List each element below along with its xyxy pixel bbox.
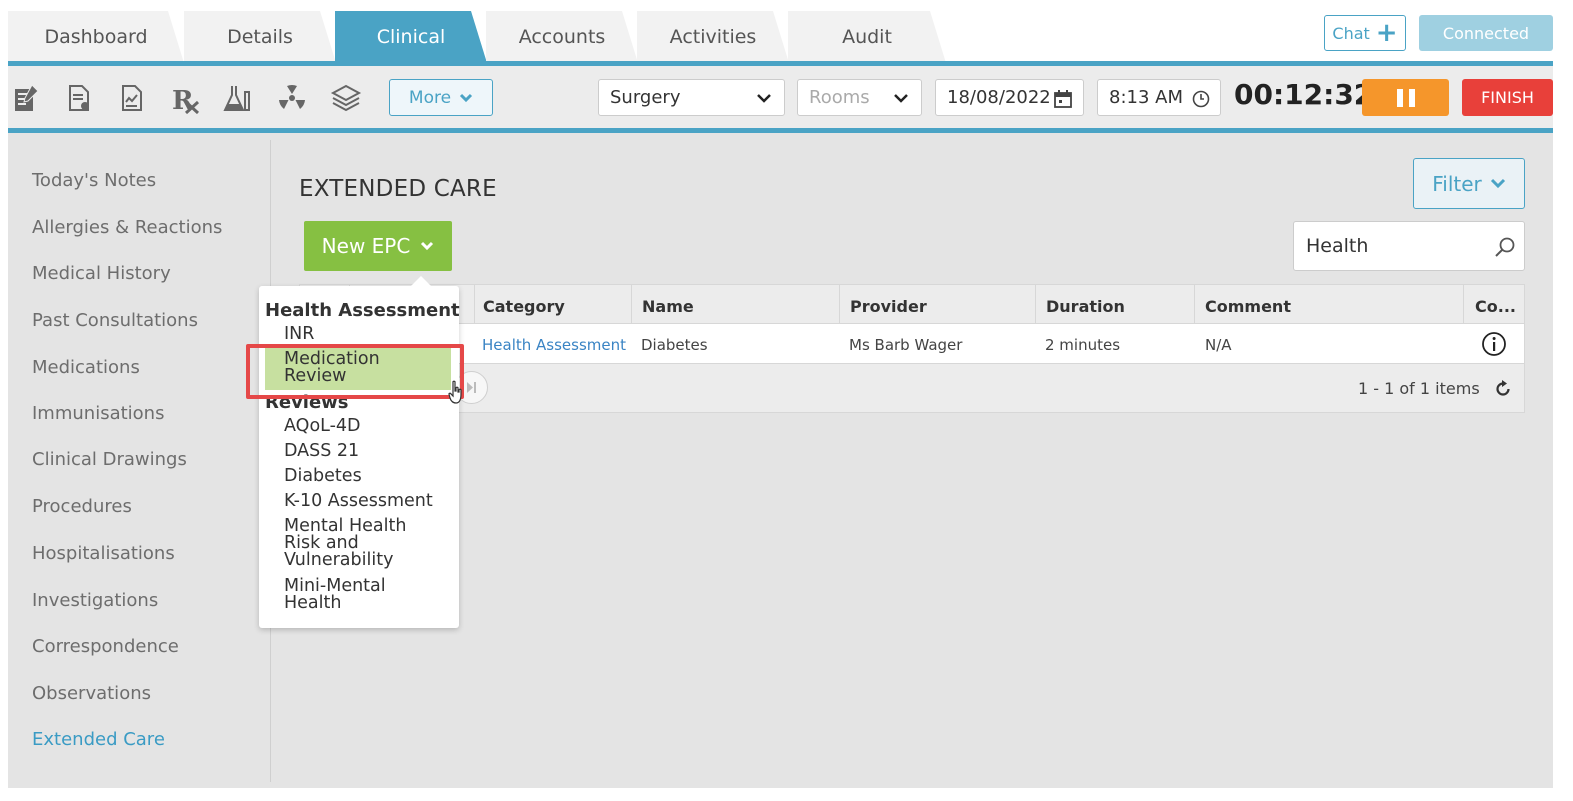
location-value: Surgery: [610, 87, 681, 108]
dropdown-group-health-assessment: Health Assessment: [265, 300, 460, 321]
connected-button[interactable]: Connected: [1419, 15, 1553, 51]
column-separator: [1194, 285, 1195, 324]
dropdown-item-k10[interactable]: K-10 Assessment: [284, 492, 449, 510]
chevron-down-icon: [894, 94, 908, 103]
sidebar-item-clinical-drawings[interactable]: Clinical Drawings: [32, 449, 187, 470]
dropdown-item-aqol-4d[interactable]: AQoL-4D: [284, 417, 449, 435]
column-header-name[interactable]: Name: [642, 297, 694, 316]
search-value: Health: [1306, 235, 1369, 257]
top-navigation: Dashboard Details Clinical Accounts Acti…: [0, 0, 1573, 62]
cell-duration: 2 minutes: [1045, 336, 1121, 354]
sidebar-item-hospitalisations[interactable]: Hospitalisations: [32, 543, 175, 564]
dropdown-item-inr[interactable]: INR: [284, 325, 449, 343]
sidebar-item-medical-history[interactable]: Medical History: [32, 263, 171, 284]
pause-icon-bar: [1408, 88, 1415, 107]
chevron-down-icon: [1490, 178, 1505, 189]
sidebar-item-correspondence[interactable]: Correspondence: [32, 636, 179, 657]
tab-activities[interactable]: Activities: [637, 11, 789, 63]
pager-info: 1 - 1 of 1 items: [1358, 379, 1480, 398]
tab-accounts[interactable]: Accounts: [486, 11, 638, 63]
filter-button[interactable]: Filter: [1413, 158, 1525, 209]
lab-flask-icon[interactable]: [222, 82, 254, 114]
radiation-icon[interactable]: [276, 82, 308, 114]
info-icon[interactable]: [1481, 331, 1507, 357]
sidebar-item-investigations[interactable]: Investigations: [32, 590, 158, 611]
dropdown-caret: [411, 276, 431, 286]
sidebar-item-todays-notes[interactable]: Today's Notes: [32, 170, 156, 191]
column-separator: [1463, 285, 1464, 324]
column-separator: [839, 285, 840, 324]
highlight-annotation-box: [246, 344, 464, 399]
consult-timer: 00:12:32: [1234, 78, 1374, 111]
sidebar-item-allergies[interactable]: Allergies & Reactions: [32, 217, 222, 238]
sidebar-item-observations[interactable]: Observations: [32, 683, 151, 704]
dropdown-item-mini-mental-health[interactable]: Mini-Mental Health: [284, 577, 404, 612]
tab-audit[interactable]: Audit: [788, 11, 946, 63]
tab-dashboard[interactable]: Dashboard: [8, 11, 184, 63]
cell-name: Diabetes: [641, 336, 708, 354]
column-separator: [631, 285, 632, 324]
tab-clinical[interactable]: Clinical: [335, 11, 487, 63]
chat-label: Chat: [1332, 23, 1370, 43]
location-select[interactable]: Surgery: [598, 79, 785, 116]
report-icon[interactable]: [116, 82, 148, 114]
sidebar-item-extended-care[interactable]: Extended Care: [32, 729, 165, 750]
sidebar-item-medications[interactable]: Medications: [32, 357, 140, 378]
more-button[interactable]: More: [389, 79, 493, 116]
hand-cursor-icon: [448, 380, 462, 404]
column-header-duration[interactable]: Duration: [1046, 297, 1125, 316]
chevron-down-icon: [421, 241, 434, 251]
notes-icon[interactable]: [10, 82, 42, 114]
column-separator: [1035, 285, 1036, 324]
time-field[interactable]: 8:13 AM: [1097, 79, 1221, 116]
plus-icon: +: [1375, 18, 1398, 48]
prescription-icon[interactable]: R: [170, 82, 202, 114]
layers-icon[interactable]: [330, 82, 362, 114]
refresh-icon[interactable]: [1493, 379, 1513, 399]
finish-button[interactable]: FINISH: [1462, 79, 1553, 116]
new-epc-button[interactable]: New EPC: [304, 221, 452, 271]
search-icon[interactable]: [1494, 236, 1516, 258]
pause-icon: [1396, 88, 1403, 107]
column-header-co[interactable]: Co...: [1475, 297, 1516, 316]
clock-icon[interactable]: [1192, 90, 1210, 108]
pause-button[interactable]: [1362, 79, 1449, 116]
more-label: More: [408, 87, 452, 108]
cell-provider: Ms Barb Wager: [849, 336, 963, 354]
cell-comment: N/A: [1205, 336, 1232, 354]
sidebar-item-immunisations[interactable]: Immunisations: [32, 403, 164, 424]
calendar-icon[interactable]: [1053, 89, 1073, 109]
grid-header: Category Name Provider Duration Comment …: [299, 284, 1525, 324]
table-row[interactable]: Health Assessment Diabetes Ms Barb Wager…: [299, 324, 1525, 364]
date-field[interactable]: 18/08/2022: [935, 79, 1084, 116]
cell-category[interactable]: Health Assessment: [482, 336, 626, 354]
rooms-placeholder: Rooms: [809, 87, 870, 108]
dropdown-item-diabetes[interactable]: Diabetes: [284, 467, 449, 485]
rooms-select[interactable]: Rooms: [797, 79, 922, 116]
column-header-comment[interactable]: Comment: [1205, 297, 1291, 316]
search-input[interactable]: Health: [1293, 221, 1525, 271]
sidebar-item-past-consultations[interactable]: Past Consultations: [32, 310, 198, 331]
dropdown-item-dass-21[interactable]: DASS 21: [284, 442, 449, 460]
grid-pager: 1 - 1 of 1 items: [299, 364, 1525, 413]
chevron-down-icon: [460, 93, 473, 102]
filter-label: Filter: [1432, 171, 1482, 196]
page-title: EXTENDED CARE: [299, 176, 497, 202]
dropdown-item-mental-health-risk[interactable]: Mental Health Risk and Vulnerability: [284, 517, 424, 569]
chevron-down-icon: [757, 94, 771, 103]
new-epc-label: New EPC: [321, 234, 411, 258]
column-separator: [474, 285, 475, 324]
column-header-category[interactable]: Category: [483, 297, 565, 316]
date-value: 18/08/2022: [947, 87, 1051, 108]
tab-details[interactable]: Details: [184, 11, 336, 63]
chat-button[interactable]: Chat +: [1324, 15, 1406, 51]
sidebar-item-procedures[interactable]: Procedures: [32, 496, 132, 517]
column-header-provider[interactable]: Provider: [850, 297, 927, 316]
document-icon[interactable]: [63, 82, 95, 114]
time-value: 8:13 AM: [1109, 87, 1183, 108]
